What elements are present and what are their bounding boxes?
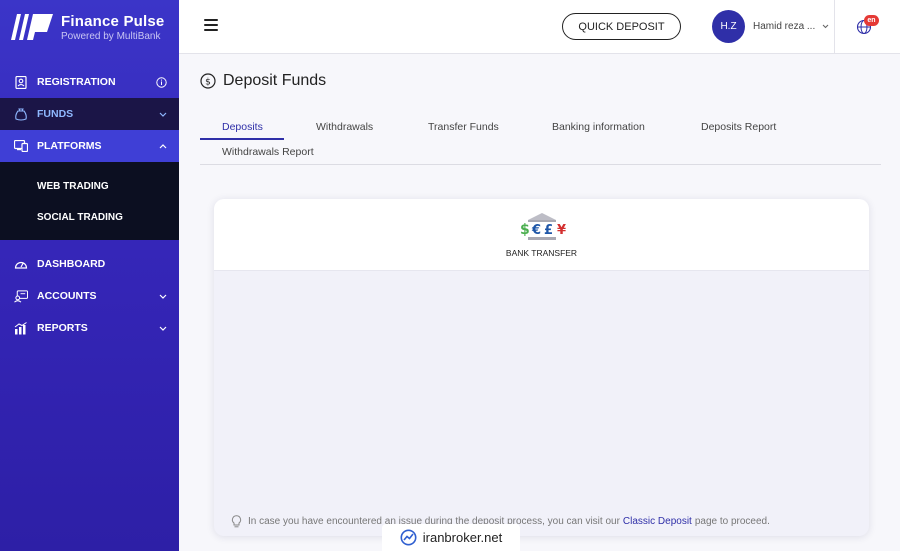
brand[interactable]: Finance Pulse Powered by MultiBank — [0, 0, 179, 54]
topbar-divider — [834, 0, 835, 54]
lightbulb-icon — [231, 515, 242, 528]
sidebar: Finance Pulse Powered by MultiBank REGIS… — [0, 0, 179, 551]
bank-transfer-option[interactable]: $ € £ ¥ BANK TRANSFER — [214, 199, 869, 271]
page-title: $ Deposit Funds — [200, 72, 326, 90]
main-content: $ Deposit Funds Deposits Withdrawals Tra… — [179, 54, 900, 551]
sidebar-item-accounts[interactable]: ACCOUNTS — [0, 280, 179, 312]
sidebar-item-funds[interactable]: FUNDS — [0, 98, 179, 130]
chevron-down-icon — [822, 22, 829, 31]
document-user-icon — [14, 75, 28, 89]
brand-subtitle: Powered by MultiBank — [61, 30, 161, 42]
user-name: Hamid reza ... — [753, 21, 816, 32]
sidebar-item-label: PLATFORMS — [37, 140, 102, 152]
tab-withdrawals[interactable]: Withdrawals — [316, 121, 373, 133]
speedometer-icon — [14, 257, 28, 271]
sidebar-item-label: ACCOUNTS — [37, 290, 97, 302]
brand-name: Finance Pulse — [61, 12, 165, 30]
chevron-down-icon — [159, 326, 167, 331]
sidebar-item-dashboard[interactable]: DASHBOARD — [0, 248, 179, 280]
sidebar-subitem-social-trading[interactable]: SOCIAL TRADING — [0, 202, 179, 240]
svg-text:£: £ — [544, 223, 553, 238]
sidebar-item-label: REGISTRATION — [37, 76, 116, 88]
tab-transfer-funds[interactable]: Transfer Funds — [428, 121, 499, 133]
classic-deposit-link[interactable]: Classic Deposit — [623, 516, 692, 527]
platforms-submenu: WEB TRADING SOCIAL TRADING — [0, 162, 179, 240]
watermark-logo-icon — [400, 529, 417, 546]
dollar-circle-icon: $ — [200, 73, 216, 89]
user-menu[interactable]: H.Z Hamid reza ... — [712, 10, 829, 43]
watermark-text: iranbroker.net — [422, 530, 503, 545]
page-title-text: Deposit Funds — [223, 72, 327, 89]
monitor-icon — [14, 139, 28, 153]
sidebar-item-reports[interactable]: REPORTS — [0, 312, 179, 344]
quick-deposit-button[interactable]: QUICK DEPOSIT — [562, 13, 681, 40]
bank-transfer-icon: $ € £ ¥ — [520, 212, 566, 240]
sidebar-nav: REGISTRATION FUNDS PLATFORMS WEB TRADING… — [0, 66, 179, 344]
menu-icon[interactable] — [204, 19, 218, 31]
tab-withdrawals-report[interactable]: Withdrawals Report — [222, 146, 314, 158]
sidebar-item-label: FUNDS — [37, 108, 74, 120]
svg-text:¥: ¥ — [557, 223, 566, 238]
deposit-method-card: $ € £ ¥ BANK TRANSFER In case you have e… — [214, 199, 869, 536]
tab-bar: Deposits Withdrawals Transfer Funds Bank… — [200, 116, 881, 165]
tab-deposits[interactable]: Deposits — [222, 121, 263, 133]
accounts-icon — [14, 289, 28, 303]
topbar: QUICK DEPOSIT H.Z Hamid reza ... en — [179, 0, 900, 54]
avatar: H.Z — [712, 10, 745, 43]
chevron-down-icon — [159, 112, 167, 117]
chevron-down-icon — [159, 294, 167, 299]
sidebar-item-registration[interactable]: REGISTRATION — [0, 66, 179, 98]
sidebar-item-label: REPORTS — [37, 322, 88, 334]
logo-icon — [11, 14, 53, 40]
active-tab-indicator — [200, 138, 284, 140]
svg-text:$: $ — [205, 78, 211, 88]
chevron-up-icon — [159, 143, 167, 149]
bar-chart-icon — [14, 321, 28, 335]
tab-deposits-report[interactable]: Deposits Report — [701, 121, 776, 133]
language-badge: en — [864, 15, 879, 26]
svg-text:€: € — [531, 223, 541, 238]
info-icon — [156, 76, 167, 88]
watermark: iranbroker.net — [382, 524, 520, 551]
bank-transfer-label: BANK TRANSFER — [505, 247, 578, 258]
note-text-end: page to proceed. — [694, 516, 770, 527]
sidebar-subitem-web-trading[interactable]: WEB TRADING — [0, 162, 179, 202]
svg-text:$: $ — [520, 222, 530, 238]
sidebar-item-label: DASHBOARD — [37, 258, 106, 270]
tab-banking-information[interactable]: Banking information — [552, 121, 645, 133]
money-bag-icon — [14, 107, 28, 121]
sidebar-item-platforms[interactable]: PLATFORMS — [0, 130, 179, 162]
